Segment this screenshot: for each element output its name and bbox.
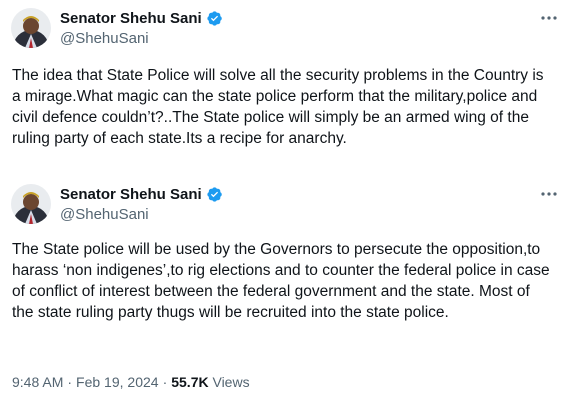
- author-name[interactable]: Senator Shehu Sani: [60, 10, 202, 27]
- tweet-time[interactable]: 9:48 AM: [12, 374, 63, 390]
- more-options-button[interactable]: [537, 8, 561, 28]
- tweet-timestamp[interactable]: 9:48 AM · Feb 19, 2024: [12, 374, 159, 390]
- avatar[interactable]: [11, 184, 51, 224]
- author-name[interactable]: Senator Shehu Sani: [60, 186, 202, 203]
- views-count: 55.7K: [171, 374, 209, 390]
- tweet-text: The idea that State Police will solve al…: [12, 67, 544, 147]
- tweet-meta: 9:48 AM · Feb 19, 2024 · 55.7K Views: [12, 374, 250, 390]
- author-name-row[interactable]: Senator Shehu Sani: [60, 10, 223, 27]
- author-handle[interactable]: @ShehuSani: [60, 30, 149, 47]
- separator: ·: [162, 374, 168, 390]
- tweet[interactable]: Senator Shehu Sani @ShehuSani The idea t…: [0, 0, 569, 180]
- author-handle[interactable]: @ShehuSani: [60, 206, 149, 223]
- more-horizontal-icon: [541, 192, 557, 196]
- tweet-thread: Senator Shehu Sani @ShehuSani The idea t…: [0, 0, 569, 402]
- tweet-date[interactable]: Feb 19, 2024: [76, 374, 159, 390]
- views-label: Views: [212, 374, 250, 390]
- verified-badge-icon: [206, 186, 223, 203]
- tweet-text: The State police will be used by the Gov…: [12, 241, 550, 321]
- separator: ·: [67, 374, 73, 390]
- more-horizontal-icon: [541, 16, 557, 20]
- verified-badge-icon: [206, 10, 223, 27]
- tweet[interactable]: Senator Shehu Sani @ShehuSani The State …: [0, 178, 569, 402]
- more-options-button[interactable]: [537, 184, 561, 204]
- avatar[interactable]: [11, 8, 51, 48]
- author-name-row[interactable]: Senator Shehu Sani: [60, 186, 223, 203]
